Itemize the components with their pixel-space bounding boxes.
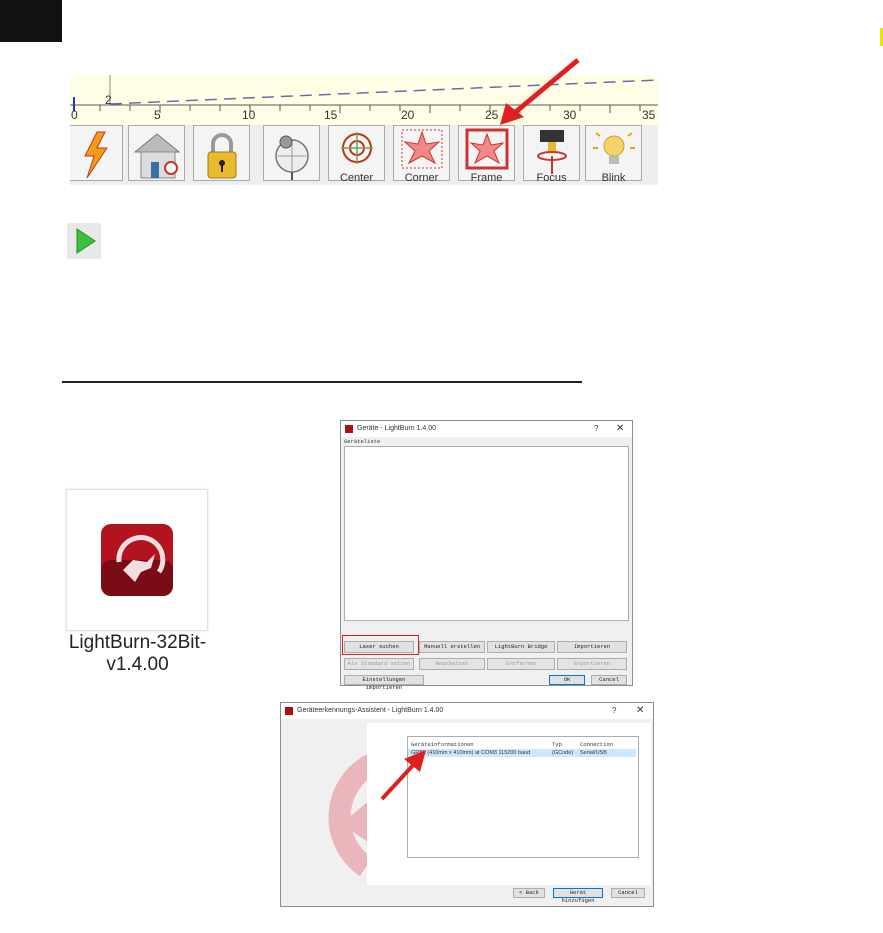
lightburn-bridge-button[interactable]: LightBurn Bridge [487,641,555,653]
row-type: (GCode) [552,750,574,756]
devices-titlebar: Geräte - LightBurn 1.4.00 ? ✕ [341,421,632,437]
row-connection: Serial/USB [580,750,607,756]
ok-button[interactable]: OK [549,675,585,685]
remove-button[interactable]: Entfernen [487,658,555,670]
globe-pin-icon [275,135,309,180]
help-button[interactable]: ? [594,424,598,433]
focus-label: Focus [536,172,567,184]
section-divider [62,381,582,383]
frame-label: Frame [470,172,503,184]
start-button[interactable] [67,223,101,259]
lock-button[interactable] [193,125,250,181]
cancel-button[interactable]: Cancel [611,888,645,898]
device-wizard-dialog: Geräteerkennungs-Assistent - LightBurn 1… [280,702,654,907]
globe-button[interactable] [263,125,320,181]
pointer-arrow [500,58,580,125]
edit-button[interactable]: Bearbeiten [419,658,485,670]
device-list-label: Geräteliste [344,438,381,445]
back-button[interactable]: < Back [513,888,545,898]
blink-button[interactable]: Blink [585,125,642,184]
ruler-number: 0 [71,108,78,122]
import-button[interactable]: Importieren [557,641,627,653]
center-button[interactable]: Center [328,125,385,184]
import-settings-button[interactable]: Einstellungen importieren [344,675,424,691]
ruler-number: 2 [105,93,112,107]
home-button[interactable] [128,125,185,181]
devices-title: Geräte - LightBurn 1.4.00 [357,425,436,432]
wizard-titlebar: Geräteerkennungs-Assistent - LightBurn 1… [281,703,653,719]
help-button[interactable]: ? [612,706,616,715]
play-icon [76,228,96,254]
detected-devices-table: Geräteinformationen Typ Connection GRBL … [407,736,639,858]
set-default-button[interactable]: Als Standard setzen [344,658,414,670]
ruler-number: 35 [642,108,656,122]
close-button[interactable]: ✕ [636,705,644,716]
cancel-button[interactable]: Cancel [591,675,627,685]
device-list[interactable] [344,446,629,621]
blink-label: Blink [601,172,626,184]
wizard-title: Geräteerkennungs-Assistent - LightBurn 1… [297,707,444,714]
app-icon-caption: LightBurn-32Bit- v1.4.00 [50,632,225,676]
devices-dialog: Geräte - LightBurn 1.4.00 ? ✕ Gerätelist… [340,420,633,691]
corner-button[interactable]: Corner [393,125,450,184]
lightburn-small-icon [285,707,293,715]
lightning-icon [84,131,108,179]
fire-button[interactable] [70,125,123,181]
ruler-number: 20 [401,108,415,122]
table-row[interactable]: GRBL (410mm x 410mm) at COM3 115200 baud… [408,749,636,757]
lightburn-app-icon[interactable] [66,489,208,631]
caption-line-1: LightBurn-32Bit- [68,632,207,653]
caption-line-2: v1.4.00 [106,654,169,675]
lightburn-small-icon [345,425,353,433]
lock-icon [207,133,237,179]
add-device-button[interactable]: Gerät hinzufügen [553,888,603,904]
export-button[interactable]: Exportieren [557,658,627,670]
ruler-number: 15 [324,108,338,122]
center-label: Center [339,172,374,184]
close-button[interactable]: ✕ [616,423,624,434]
find-laser-highlight [342,635,419,655]
pointer-arrow-wizard [380,750,426,801]
home-icon [133,133,181,179]
ruler-number: 10 [242,108,256,122]
corner-label: Corner [404,172,439,184]
manual-create-button[interactable]: Manuell erstellen [419,641,485,653]
ruler-number: 5 [154,108,161,122]
column-header-type: Typ [552,741,562,748]
column-header-connection: Connection [580,741,614,748]
lightburn-logo-icon [101,524,173,596]
corner-block [0,0,62,42]
